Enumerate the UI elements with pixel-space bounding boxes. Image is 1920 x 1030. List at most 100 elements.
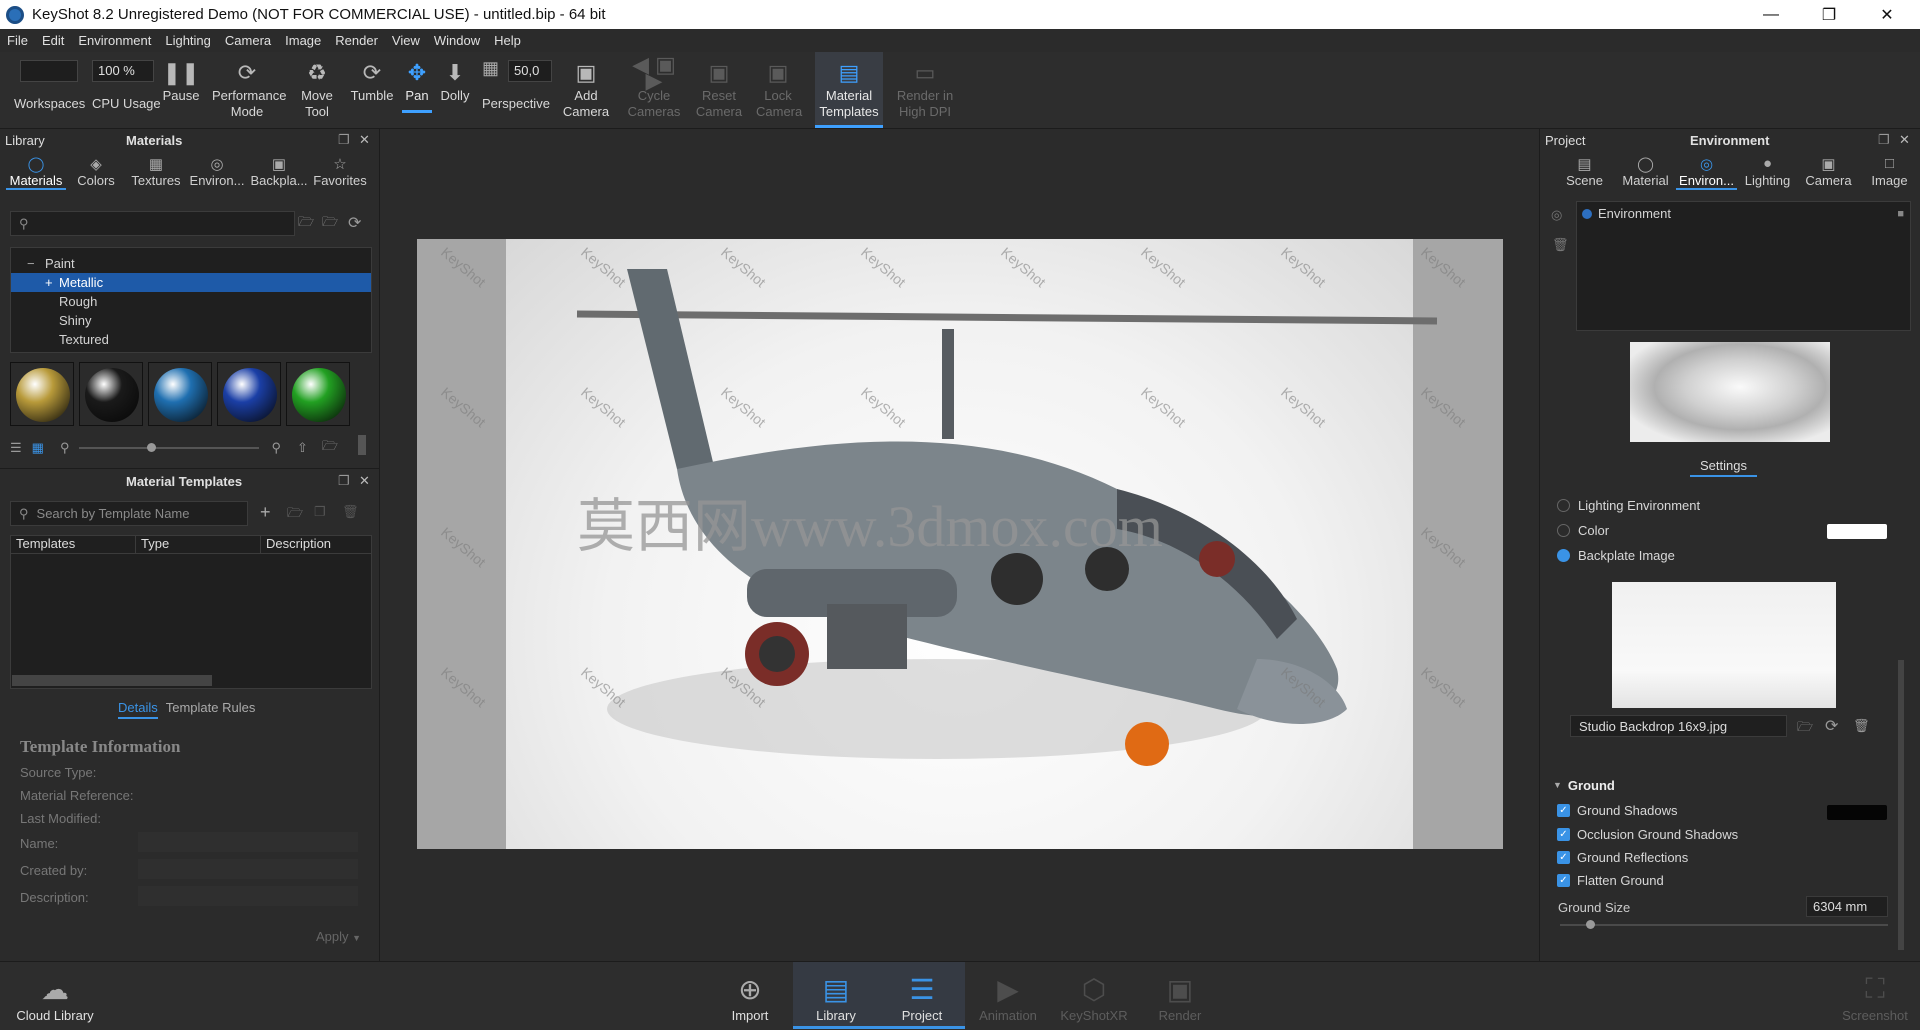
menu-file[interactable]: File <box>0 33 35 48</box>
template-search-input[interactable]: ⚲ Search by Template Name <box>10 501 248 526</box>
tab-scene[interactable]: ▤ Scene <box>1554 151 1615 190</box>
move-tool-button[interactable]: ♻ Move Tool <box>297 58 337 120</box>
close-icon[interactable]: ✕ <box>359 132 370 148</box>
material-swatch[interactable] <box>286 362 350 426</box>
tree-item-rough[interactable]: Rough <box>11 292 371 311</box>
tab-materials[interactable]: ◯ Materials <box>6 151 66 190</box>
grid-view-icon[interactable]: ▦ <box>32 440 44 456</box>
list-view-icon[interactable]: ☰ <box>10 440 22 456</box>
project-button[interactable]: ☰ Project <box>879 962 965 1029</box>
material-swatch[interactable] <box>79 362 143 426</box>
ground-shadows-option[interactable]: ✓ Ground Shadows <box>1557 803 1677 818</box>
tree-item-shiny[interactable]: Shiny <box>11 311 371 330</box>
occlusion-ground-shadows-option[interactable]: ✓ Occlusion Ground Shadows <box>1557 827 1738 842</box>
name-field[interactable] <box>138 832 358 852</box>
refresh-icon[interactable]: ⟳ <box>1825 716 1838 736</box>
import-button[interactable]: ⊕ Import <box>707 970 793 1024</box>
folder-icon[interactable]: 🗁 <box>298 213 314 235</box>
perspective-field[interactable]: 50,0 <box>508 60 552 82</box>
radio-selected-icon[interactable] <box>1557 549 1570 562</box>
cpu-usage-button[interactable]: CPU Usage <box>92 96 161 112</box>
description-field[interactable] <box>138 886 358 906</box>
minimize-button[interactable]: — <box>1742 0 1800 29</box>
tab-backplates[interactable]: ▣ Backpla... <box>248 151 310 190</box>
close-icon[interactable]: ✕ <box>359 473 370 489</box>
tab-settings[interactable]: Settings <box>1690 458 1757 477</box>
folder-add-icon[interactable]: 🗁 <box>322 213 338 235</box>
render-high-dpi-button[interactable]: ▭ Render in High DPI <box>893 58 957 120</box>
tab-details[interactable]: Details <box>118 700 158 719</box>
tab-camera[interactable]: ▣ Camera <box>1798 151 1859 190</box>
trash-icon[interactable]: 🗑 <box>342 504 359 520</box>
menu-image[interactable]: Image <box>278 33 328 48</box>
checkbox-checked-icon[interactable]: ✓ <box>1557 828 1570 841</box>
ground-size-slider[interactable] <box>1560 920 1888 929</box>
tab-environment[interactable]: ◎ Environ... <box>1676 151 1737 190</box>
menu-window[interactable]: Window <box>427 33 487 48</box>
keyshotxr-button[interactable]: ⬡ KeyShotXR <box>1051 970 1137 1024</box>
render-button[interactable]: ▣ Render <box>1137 970 1223 1024</box>
environment-list-item[interactable]: Environment ■ <box>1577 204 1910 223</box>
tumble-button[interactable]: ⟳ Tumble <box>349 58 395 104</box>
tree-item-textured[interactable]: Textured <box>11 330 371 349</box>
material-swatch[interactable] <box>148 362 212 426</box>
table-scrollbar[interactable] <box>12 675 212 686</box>
cloud-library-button[interactable]: ☁ Cloud Library <box>12 970 98 1024</box>
flatten-ground-option[interactable]: ✓ Flatten Ground <box>1557 873 1664 888</box>
backplate-file-field[interactable]: Studio Backdrop 16x9.jpg <box>1570 715 1787 737</box>
library-search-input[interactable]: ⚲ <box>10 211 295 236</box>
dolly-button[interactable]: ⬇ Dolly <box>438 58 472 104</box>
add-icon[interactable]: + <box>260 502 271 523</box>
lock-camera-button[interactable]: ▣ Lock Camera <box>755 58 802 120</box>
menu-help[interactable]: Help <box>487 33 528 48</box>
option-backplate-image[interactable]: Backplate Image <box>1557 548 1675 563</box>
menu-edit[interactable]: Edit <box>35 33 71 48</box>
material-swatch[interactable] <box>217 362 281 426</box>
zoom-out-icon[interactable]: ⚲ <box>60 440 70 456</box>
collapse-icon[interactable]: − <box>27 256 45 271</box>
close-icon[interactable]: ✕ <box>1899 132 1910 148</box>
slider-handle[interactable] <box>1586 920 1595 929</box>
float-icon[interactable]: ❐ <box>1878 132 1890 148</box>
menu-environment[interactable]: Environment <box>71 33 158 48</box>
cpu-usage-field[interactable]: 100 % <box>92 60 154 82</box>
animation-button[interactable]: ▶ Animation <box>965 970 1051 1024</box>
tab-favorites[interactable]: ☆ Favorites <box>310 151 370 190</box>
menu-view[interactable]: View <box>385 33 427 48</box>
render-view[interactable]: KeyShot KeyShot KeyShot KeyShot KeyShot … <box>417 239 1503 849</box>
checkbox-checked-icon[interactable]: ✓ <box>1557 874 1570 887</box>
created-by-field[interactable] <box>138 859 358 879</box>
upload-icon[interactable]: ⇧ <box>297 440 308 456</box>
folder-icon[interactable]: 🗁 <box>1797 718 1813 740</box>
option-color[interactable]: Color <box>1557 523 1609 538</box>
backplate-preview[interactable] <box>1612 582 1836 708</box>
cycle-cameras-button[interactable]: ◀ ▣ ▶ Cycle Cameras <box>626 54 682 120</box>
material-swatch[interactable] <box>10 362 74 426</box>
tab-textures[interactable]: ▦ Textures <box>126 151 186 190</box>
tree-item-paint[interactable]: − Paint <box>11 254 371 273</box>
shadow-color-swatch[interactable] <box>1827 805 1887 820</box>
workspaces-button[interactable]: Workspaces <box>14 96 85 112</box>
screenshot-button[interactable]: ⛶ Screenshot <box>1832 970 1918 1024</box>
column-type[interactable]: Type <box>136 536 261 553</box>
ground-size-field[interactable]: 6304 mm <box>1806 896 1888 917</box>
performance-mode-button[interactable]: ⟳ Performance Mode <box>208 58 286 120</box>
pause-button[interactable]: ❚❚ Pause <box>163 58 200 104</box>
tab-material[interactable]: ◯ Material <box>1615 151 1676 190</box>
checkbox-checked-icon[interactable]: ✓ <box>1557 851 1570 864</box>
ground-reflections-option[interactable]: ✓ Ground Reflections <box>1557 850 1688 865</box>
float-icon[interactable]: ❐ <box>338 473 350 489</box>
expand-icon[interactable]: + <box>45 275 59 290</box>
add-environment-icon[interactable]: ◎ <box>1551 207 1562 223</box>
tree-item-metallic[interactable]: + Metallic <box>11 273 371 292</box>
menu-render[interactable]: Render <box>328 33 385 48</box>
refresh-icon[interactable]: ⟳ <box>348 213 361 233</box>
library-button[interactable]: ▤ Library <box>793 962 879 1029</box>
tab-template-rules[interactable]: Template Rules <box>166 700 256 719</box>
workspace-select[interactable] <box>20 60 78 82</box>
column-templates[interactable]: Templates <box>11 536 136 553</box>
close-window-button[interactable]: ✕ <box>1858 0 1916 29</box>
float-icon[interactable]: ❐ <box>338 132 350 148</box>
settings-scrollbar[interactable] <box>1898 660 1904 950</box>
tab-lighting[interactable]: ● Lighting <box>1737 151 1798 190</box>
